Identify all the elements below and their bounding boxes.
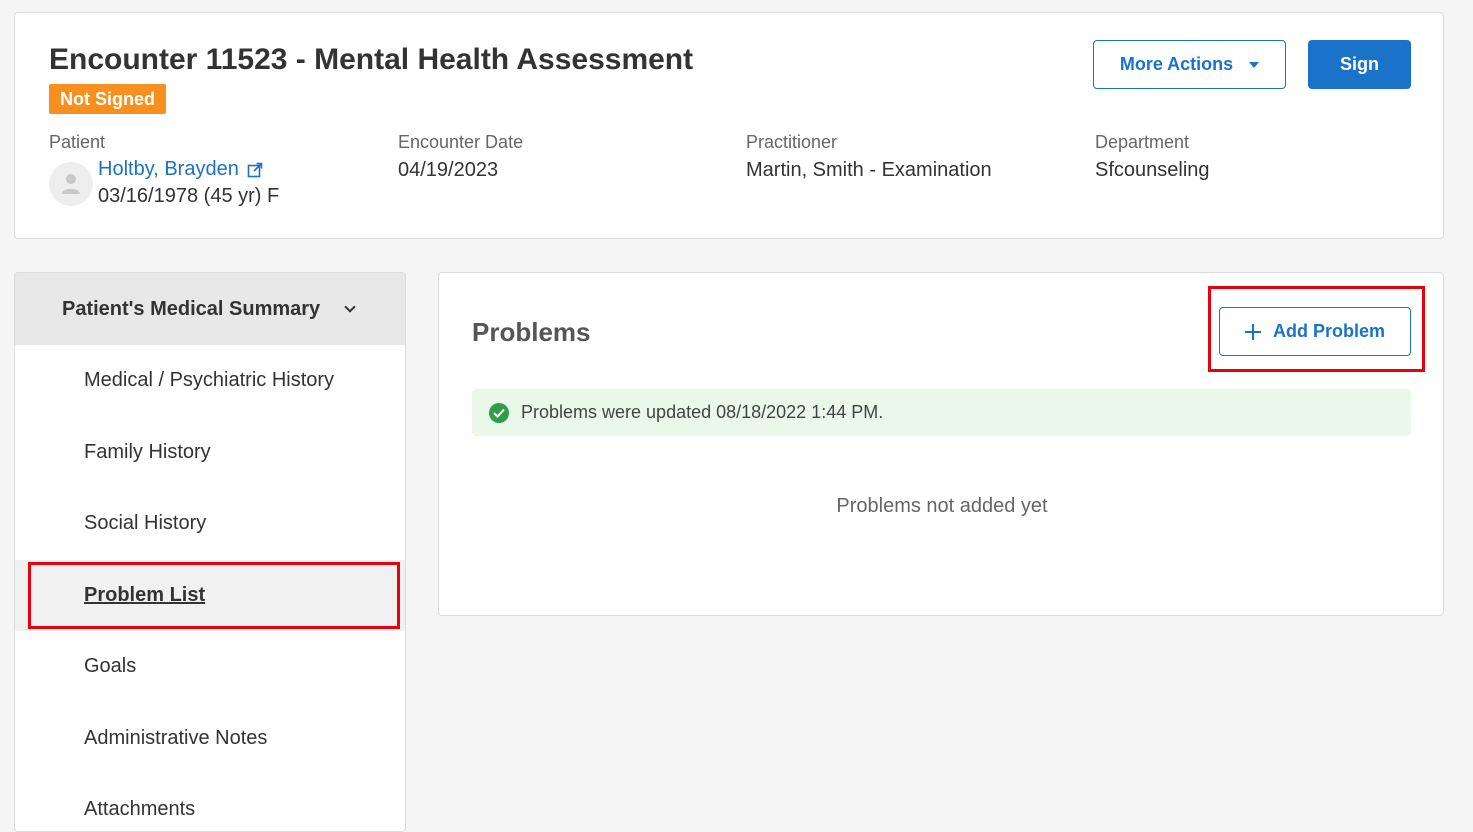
- sidebar-header[interactable]: Patient's Medical Summary: [15, 273, 405, 345]
- external-link-icon: [247, 162, 263, 177]
- page-title: Encounter 11523 - Mental Health Assessme…: [49, 43, 694, 76]
- patient-name: Holtby, Brayden: [98, 158, 239, 180]
- encounter-date-label: Encounter Date: [398, 132, 524, 152]
- sidebar-item-attachments[interactable]: Attachments: [15, 774, 405, 831]
- empty-state-text: Problems not added yet: [836, 495, 1048, 517]
- alert-text: Problems were updated 08/18/2022 1:44 PM…: [521, 402, 884, 422]
- encounter-date-meta: Encounter Date 04/19/2023: [398, 132, 523, 182]
- problems-title: Problems: [472, 317, 591, 347]
- highlight-box-problem-list: [28, 562, 400, 629]
- avatar: [49, 162, 93, 206]
- caret-down-icon: [1249, 61, 1260, 68]
- sidebar-item-goals[interactable]: Goals: [15, 631, 405, 703]
- check-circle-icon: [489, 402, 509, 423]
- patient-dob: 03/16/1978 (45 yr) F: [98, 185, 280, 207]
- more-actions-label: More Actions: [1119, 54, 1234, 74]
- chevron-down-icon: [344, 301, 356, 313]
- sidebar-item-administrative-notes[interactable]: Administrative Notes: [15, 703, 405, 775]
- sidebar-item-medical-psychiatric-history[interactable]: Medical / Psychiatric History: [15, 345, 405, 417]
- medical-summary-sidebar: Patient's Medical Summary Medical / Psyc…: [14, 272, 406, 832]
- encounter-date-value: 04/19/2023: [398, 159, 499, 181]
- department-label: Department: [1095, 132, 1190, 152]
- department-value: Sfcounseling: [1095, 159, 1210, 181]
- sidebar-item-family-history[interactable]: Family History: [15, 417, 405, 489]
- sidebar-item-social-history[interactable]: Social History: [15, 488, 405, 560]
- update-alert: Problems were updated 08/18/2022 1:44 PM…: [472, 389, 1411, 436]
- highlight-box-add-problem: [1208, 286, 1425, 372]
- sidebar-heading: Patient's Medical Summary: [62, 297, 321, 320]
- patient-name-link[interactable]: Holtby, Brayden: [98, 158, 263, 181]
- patient-label: Patient: [49, 132, 106, 152]
- department-meta: Department Sfcounseling: [1095, 132, 1210, 182]
- practitioner-label: Practitioner: [746, 132, 838, 152]
- status-badge: Not Signed: [49, 84, 166, 114]
- user-icon: [62, 174, 80, 194]
- more-actions-button[interactable]: More Actions: [1093, 40, 1286, 89]
- encounter-header: Encounter 11523 - Mental Health Assessme…: [14, 12, 1444, 239]
- practitioner-meta: Practitioner Martin, Smith - Examination: [746, 132, 992, 182]
- sign-button[interactable]: Sign: [1308, 40, 1411, 89]
- practitioner-value: Martin, Smith - Examination: [746, 159, 992, 181]
- patient-meta: Patient: [49, 132, 105, 159]
